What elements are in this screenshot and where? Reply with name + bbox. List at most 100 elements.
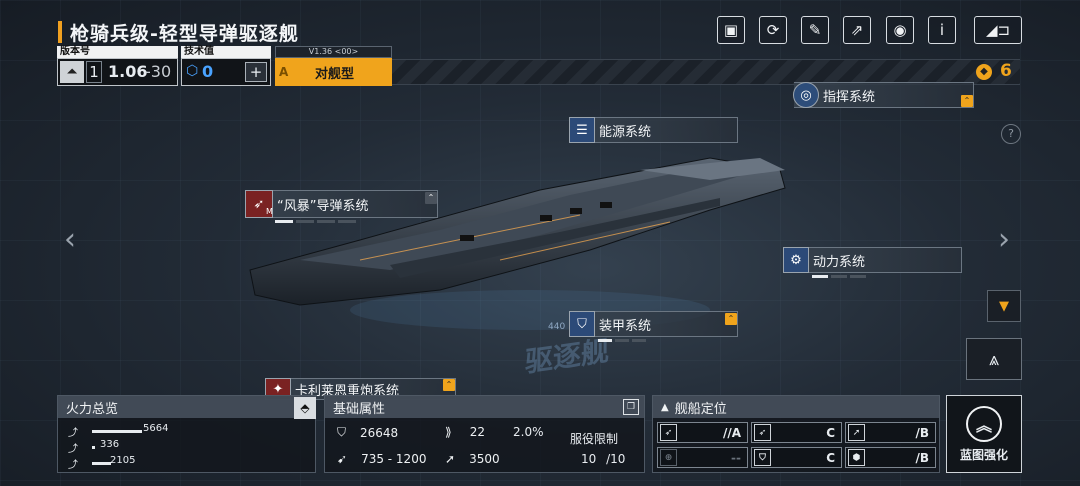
armor-stat: ⟫ 22 bbox=[445, 425, 485, 439]
system-missile-label: “风暴”导弹系统 bbox=[277, 198, 369, 214]
version-label: 版本号 bbox=[57, 46, 178, 58]
info-icon[interactable]: i bbox=[928, 16, 956, 44]
help-icon[interactable]: ? bbox=[1001, 124, 1021, 144]
base-attr-title: 基础属性 bbox=[325, 396, 644, 418]
paint-icon[interactable]: ✎ bbox=[801, 16, 829, 44]
positioning-panel: ▲ 舰船定位 ➶//A ➶ C ➚/B ⊕ -- ⛉ C ⬢/B bbox=[652, 395, 940, 473]
add-fleet-icon[interactable]: ⩓ bbox=[966, 338, 1022, 380]
version-tier: 1 bbox=[86, 61, 102, 83]
next-ship-arrow[interactable]: › bbox=[998, 222, 1010, 257]
back-icon[interactable]: ◢⊐ bbox=[974, 16, 1022, 44]
service-current: 10 bbox=[581, 452, 597, 466]
role-grade: A bbox=[279, 65, 289, 79]
upgrade-badge: ⌃ bbox=[725, 313, 737, 325]
dropdown-icon[interactable]: ▼ bbox=[987, 290, 1021, 322]
image-export-icon[interactable]: ▣ bbox=[717, 16, 745, 44]
expand-icon[interactable]: ❐ bbox=[623, 399, 639, 415]
firepower-value: 2105 bbox=[110, 455, 136, 466]
position-cell: ⊕ -- bbox=[657, 447, 748, 468]
position-grade: //A bbox=[722, 425, 741, 440]
support-icon: ⊕ bbox=[660, 449, 677, 466]
page-title-bar: 枪骑兵级-轻型导弹驱逐舰 bbox=[58, 20, 299, 45]
tech-icon: ⬡ bbox=[186, 63, 199, 79]
firepower-bar bbox=[92, 430, 142, 433]
position-grade: /B bbox=[915, 450, 929, 465]
version-max-value: 30 bbox=[150, 62, 172, 81]
firepower-panel: 火力总览 ⤴ 5664 ⤴ 336 ⤴ 2105 bbox=[57, 395, 316, 473]
siege-icon: ⤴ bbox=[68, 460, 78, 471]
version-value: 1.06 bbox=[108, 62, 148, 81]
position-cell: ⬢ /B bbox=[845, 447, 936, 468]
hull-number: 440 bbox=[548, 322, 566, 332]
hp-value: 26648 bbox=[360, 425, 399, 440]
warp-stat: ➚ 3500 bbox=[445, 452, 500, 466]
ship-image bbox=[249, 157, 786, 330]
firepower-bar bbox=[92, 462, 111, 465]
assault-icon: ➶ bbox=[660, 424, 677, 441]
share-icon[interactable]: ⇗ bbox=[843, 16, 871, 44]
energy-icon: ☰ bbox=[569, 117, 595, 143]
speed-value: 735 - 1200 bbox=[361, 452, 427, 466]
tech-label: 技术值 bbox=[181, 46, 271, 58]
resource-count: 6 bbox=[1000, 61, 1012, 81]
missile-level-bar bbox=[275, 220, 356, 223]
position-cell: ➶ //A bbox=[657, 422, 748, 443]
speed-stat: ➹ 735 - 1200 bbox=[337, 452, 426, 466]
system-power[interactable]: ⚙ 动力系统 bbox=[783, 247, 962, 273]
version-tag: V1.36 <00> bbox=[275, 46, 392, 58]
tech-panel: ⬡ 0 + bbox=[181, 58, 271, 86]
role-type-box: A 对舰型 bbox=[275, 58, 392, 86]
hp-icon: ⛉ bbox=[337, 425, 347, 439]
position-cell: ➚ /B bbox=[845, 422, 936, 443]
upgrade-badge: ⌃ bbox=[443, 379, 455, 391]
base-attr-panel: 基础属性 ❐ ⛉ 26648 ⟫ 22 2.0% ➹ 735 - 1200 ➚ 3500… bbox=[324, 395, 645, 473]
warp-icon: ➚ bbox=[445, 452, 456, 466]
firepower-value: 336 bbox=[100, 439, 120, 450]
system-command[interactable]: ◎ 指挥系统 bbox=[793, 82, 974, 108]
coin-icon: ◆ bbox=[976, 64, 992, 80]
blueprint-enhance-button[interactable]: ︽ 蓝图强化 bbox=[946, 395, 1022, 473]
position-cell: ⛉ C bbox=[751, 447, 842, 468]
service-count: 10 /10 bbox=[581, 452, 625, 466]
armor-icon: ⟫ bbox=[445, 425, 452, 439]
command-icon: ◎ bbox=[793, 82, 819, 108]
firepower-bar bbox=[92, 446, 95, 449]
blueprint-enhance-label: 蓝图强化 bbox=[959, 447, 1008, 462]
title-accent bbox=[58, 21, 62, 43]
version-max: -30 bbox=[145, 62, 172, 81]
prev-ship-arrow[interactable]: ‹ bbox=[64, 222, 76, 257]
role-type: 对舰型 bbox=[315, 66, 355, 82]
positioning-title: 舰船定位 bbox=[674, 401, 727, 417]
defense-icon: ⛉ bbox=[754, 449, 771, 466]
upgrade-badge: ⌃ bbox=[425, 192, 437, 204]
armor-level-bar bbox=[598, 339, 646, 342]
tech-value: 0 bbox=[202, 62, 214, 81]
warp-value: 3500 bbox=[469, 452, 500, 466]
anti-air-icon: ⤴ bbox=[68, 444, 78, 455]
refresh-icon[interactable]: ⟳ bbox=[759, 16, 787, 44]
shield-icon: ⛉ bbox=[569, 311, 595, 337]
version-panel: ⏶ 1 1.06 -30 bbox=[57, 58, 178, 86]
plus-icon[interactable]: + bbox=[245, 62, 267, 82]
hp-stat: ⛉ 26648 bbox=[337, 425, 398, 440]
special-icon: ⬢ bbox=[848, 449, 865, 466]
armor-value: 22 bbox=[469, 425, 485, 439]
system-energy[interactable]: ☰ 能源系统 bbox=[569, 117, 738, 143]
system-power-label: 动力系统 bbox=[813, 254, 866, 270]
positioning-header: ▲ 舰船定位 bbox=[653, 396, 939, 418]
collapse-icon[interactable]: ⬘ bbox=[294, 397, 316, 419]
system-command-label: 指挥系统 bbox=[823, 89, 876, 105]
power-icon: ⚙ bbox=[783, 247, 809, 273]
eye-icon[interactable]: ◉ bbox=[886, 16, 914, 44]
anti-ship-icon: ➶ bbox=[754, 424, 771, 441]
positioning-icon: ▲ bbox=[661, 401, 669, 413]
system-missile[interactable]: ➶ “风暴”导弹系统 bbox=[245, 190, 438, 218]
evasion-value: 2.0% bbox=[513, 425, 544, 439]
power-level-bar bbox=[812, 275, 866, 278]
system-armor-label: 装甲系统 bbox=[599, 318, 652, 334]
siege-icon: ➚ bbox=[848, 424, 865, 441]
rocket-icon: ⏶ bbox=[60, 61, 84, 83]
service-label: 服役限制 bbox=[570, 432, 619, 446]
system-armor[interactable]: ⛉ 装甲系统 bbox=[569, 311, 738, 337]
service-max: /10 bbox=[606, 452, 626, 466]
